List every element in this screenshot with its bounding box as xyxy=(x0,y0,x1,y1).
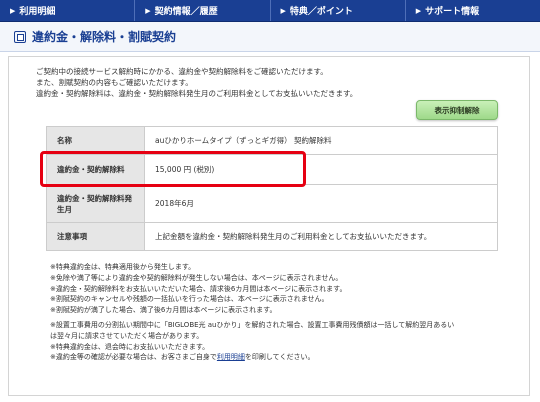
table-row: 名称 auひかりホームタイプ（ずっとギガ得） 契約解除料 xyxy=(46,126,498,155)
tab-contract-info[interactable]: ▶ 契約情報／履歴 xyxy=(135,0,271,21)
note-line: ※特典違約金は、特典適用後から発生します。 xyxy=(50,263,196,271)
note-line: ※割賦契約が満了した場合、満了後6カ月間は本ページに表示されます。 xyxy=(50,306,277,315)
row-value-notes: 上記金額を違約金・契約解除料発生月のご利用料金としてお支払いいただきます。 xyxy=(144,222,498,251)
note-line: ※割賦契約のキャンセルや残額の一括払いを行った場合は、本ページに表示されません。 xyxy=(50,295,329,304)
triangle-right-icon: ▶ xyxy=(280,6,286,15)
top-navigation: ▶ 利用明細 ▶ 契約情報／履歴 ▶ 特典／ポイント ▶ サポート情報 xyxy=(0,0,540,22)
note-line: ※免除や満了等により違約金や契約解除料が発生しない場合は、本ページに表示されませ… xyxy=(50,273,343,282)
note-line: ※違約金等の確認が必要な場合は、お客さまご自身で利用明細を印刷してください。 xyxy=(50,352,520,363)
row-header-name: 名称 xyxy=(46,126,145,155)
triangle-right-icon: ▶ xyxy=(415,6,422,15)
note-line: ※違約金・契約解除料をお支払いいただいた場合、請求後6カ月間は本ページに表示され… xyxy=(50,284,347,293)
tab-label: 特典／ポイント xyxy=(289,7,353,17)
intro-line: ご契約中の接続サービス解約時にかかる、違約金や契約解除料をご確認いただけます。 xyxy=(36,67,328,76)
table-row: 違約金・契約解除料発生月 2018年6月 xyxy=(46,184,498,223)
triangle-right-icon: ▶ xyxy=(145,6,151,15)
intro-text: ご契約中の接続サービス解約時にかかる、違約金や契約解除料をご確認いただけます。 … xyxy=(36,66,506,99)
tab-benefits-points[interactable]: ▶ 特典／ポイント xyxy=(271,0,406,21)
table-row: 注意事項 上記金額を違約金・契約解除料発生月のご利用料金としてお支払いいただきま… xyxy=(46,222,498,251)
usage-statement-link[interactable]: 利用明細 xyxy=(217,353,245,361)
tab-label: サポート情報 xyxy=(425,7,480,17)
intro-line: 違約金・契約解除料は、違約金・契約解除料発生月のご利用料金としてお支払いいただき… xyxy=(36,89,358,98)
note-line: ※特典違約金は、退会時にお支払いいただきます。 xyxy=(50,342,210,351)
row-value-month: 2018年6月 xyxy=(144,184,498,223)
tab-label: 利用明細 xyxy=(19,7,56,17)
page-title-bar: 違約金・解除料・割賦契約 xyxy=(0,22,540,52)
note-line: は翌々月に請求させていただく場合があります。 xyxy=(50,331,204,340)
document-icon xyxy=(14,30,26,43)
notes-section: ※特典違約金は、特典適用後から発生します。 ※免除や満了等により違約金や契約解除… xyxy=(50,262,520,363)
note-text: ※違約金等の確認が必要な場合は、お客さまご自身で xyxy=(50,353,217,362)
row-header-month: 違約金・契約解除料発生月 xyxy=(46,184,145,223)
row-header-notes: 注意事項 xyxy=(46,222,145,251)
table-row: 違約金・契約解除料 15,000 円 (税別) xyxy=(46,154,498,185)
contract-table: 名称 auひかりホームタイプ（ずっとギガ得） 契約解除料 違約金・契約解除料 1… xyxy=(46,126,498,251)
note-line: ※設置工事費用の分割払い期間中に「BIGLOBE光 auひかり」を解約された場合… xyxy=(50,320,455,329)
tab-usage-statement[interactable]: ▶ 利用明細 xyxy=(0,0,136,21)
row-value-name: auひかりホームタイプ（ずっとギガ得） 契約解除料 xyxy=(144,126,498,155)
page-title: 違約金・解除料・割賦契約 xyxy=(32,30,177,44)
note-text: を印刷してください。 xyxy=(244,353,315,362)
row-header-fee: 違約金・契約解除料 xyxy=(46,154,145,185)
row-value-fee: 15,000 円 (税別) xyxy=(144,154,498,185)
tab-label: 契約情報／履歴 xyxy=(154,7,218,17)
triangle-right-icon: ▶ xyxy=(10,6,16,15)
show-suppressed-button[interactable]: 表示抑制解除 xyxy=(416,100,498,120)
tab-support[interactable]: ▶ サポート情報 xyxy=(406,0,540,21)
intro-line: また、割賦契約の内容もご確認いただけます。 xyxy=(36,78,193,87)
